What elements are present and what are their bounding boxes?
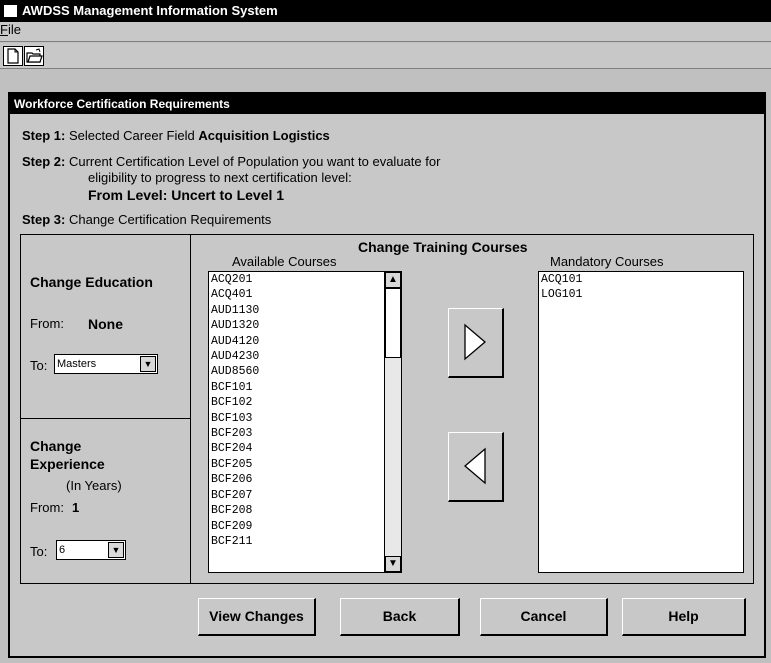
- list-item[interactable]: AUD4230: [211, 349, 401, 364]
- left-column-divider: [190, 234, 191, 584]
- education-from-label: From:: [30, 316, 64, 331]
- back-button[interactable]: Back: [340, 598, 460, 636]
- app-title-bar: AWDSS Management Information System: [0, 0, 771, 22]
- app-icon[interactable]: [4, 5, 17, 17]
- open-folder-icon[interactable]: [24, 46, 44, 66]
- experience-title-line1: Change: [30, 438, 82, 454]
- certification-window: Workforce Certification Requirements Ste…: [8, 92, 766, 658]
- step2-line1: Current Certification Level of Populatio…: [68, 154, 441, 169]
- list-item[interactable]: BCF209: [211, 519, 401, 534]
- list-item[interactable]: BCF211: [211, 534, 401, 549]
- list-item[interactable]: BCF103: [211, 411, 401, 426]
- mandatory-courses-label: Mandatory Courses: [550, 254, 664, 269]
- experience-title-line2: Experience: [30, 456, 105, 472]
- chevron-down-icon[interactable]: ▼: [108, 542, 124, 558]
- available-courses-list[interactable]: ACQ201 ACQ401 AUD1130 AUD1320 AUD4120 AU…: [208, 271, 402, 573]
- mandatory-courses-list[interactable]: ACQ101 LOG101: [538, 271, 744, 573]
- scroll-thumb[interactable]: [385, 288, 401, 358]
- list-item[interactable]: AUD8560: [211, 364, 401, 379]
- education-title: Change Education: [30, 274, 153, 290]
- experience-from-value: 1: [72, 500, 80, 515]
- experience-from-label: From:: [30, 500, 64, 515]
- step1-label: Step 1:: [22, 128, 66, 143]
- scroll-up-icon[interactable]: ▲: [385, 272, 401, 288]
- available-list-scrollbar[interactable]: ▲ ▼: [384, 272, 401, 572]
- arrow-left-icon: [463, 447, 486, 485]
- list-item[interactable]: AUD1320: [211, 318, 401, 333]
- step2: Step 2: Current Certification Level of P…: [22, 154, 440, 169]
- chevron-down-icon[interactable]: ▼: [140, 356, 156, 372]
- step2-label: Step 2:: [22, 154, 66, 169]
- education-experience-divider: [20, 418, 190, 419]
- list-item[interactable]: BCF101: [211, 380, 401, 395]
- step2-line2: eligibility to progress to next certific…: [88, 170, 352, 185]
- step2-level: From Level: Uncert to Level 1: [88, 187, 285, 203]
- education-to-dropdown[interactable]: Masters ▼: [54, 354, 158, 374]
- education-to-value: Masters: [57, 358, 97, 370]
- step1-text: Selected Career Field: [68, 128, 195, 143]
- list-item[interactable]: BCF207: [211, 488, 401, 503]
- list-item[interactable]: BCF208: [211, 503, 401, 518]
- help-button[interactable]: Help: [622, 598, 746, 636]
- list-item[interactable]: BCF102: [211, 395, 401, 410]
- list-item[interactable]: LOG101: [541, 287, 743, 302]
- training-title: Change Training Courses: [358, 239, 528, 255]
- window-title: Workforce Certification Requirements: [10, 94, 764, 114]
- list-item[interactable]: AUD4120: [211, 334, 401, 349]
- arrow-right-icon: [464, 323, 487, 361]
- list-item[interactable]: BCF205: [211, 457, 401, 472]
- experience-to-value: 6: [59, 544, 66, 556]
- view-changes-button[interactable]: View Changes: [198, 598, 316, 636]
- scroll-down-icon[interactable]: ▼: [385, 556, 401, 572]
- step3: Step 3: Change Certification Requirement…: [22, 212, 271, 227]
- list-item[interactable]: BCF204: [211, 441, 401, 456]
- experience-unit: (In Years): [66, 478, 122, 493]
- step3-label: Step 3:: [22, 212, 66, 227]
- cancel-button[interactable]: Cancel: [480, 598, 608, 636]
- available-courses-label: Available Courses: [232, 254, 337, 269]
- list-item[interactable]: BCF203: [211, 426, 401, 441]
- list-item[interactable]: ACQ401: [211, 287, 401, 302]
- education-to-label: To:: [30, 358, 48, 373]
- experience-to-label: To:: [30, 544, 48, 559]
- menu-bar: File: [0, 22, 771, 42]
- step1-value: Acquisition Logistics: [198, 128, 330, 143]
- step3-text: Change Certification Requirements: [68, 212, 272, 227]
- experience-to-dropdown[interactable]: 6 ▼: [56, 540, 126, 560]
- list-item[interactable]: ACQ201: [211, 272, 401, 287]
- app-title: AWDSS Management Information System: [22, 3, 278, 18]
- toolbar: [0, 43, 771, 69]
- list-item[interactable]: BCF206: [211, 472, 401, 487]
- new-document-icon[interactable]: [3, 46, 23, 66]
- education-from-value: None: [88, 316, 123, 332]
- list-item[interactable]: AUD1130: [211, 303, 401, 318]
- list-item[interactable]: ACQ101: [541, 272, 743, 287]
- remove-course-button[interactable]: [448, 432, 504, 502]
- add-course-button[interactable]: [448, 308, 504, 378]
- step1: Step 1: Selected Career Field Acquisitio…: [22, 128, 330, 143]
